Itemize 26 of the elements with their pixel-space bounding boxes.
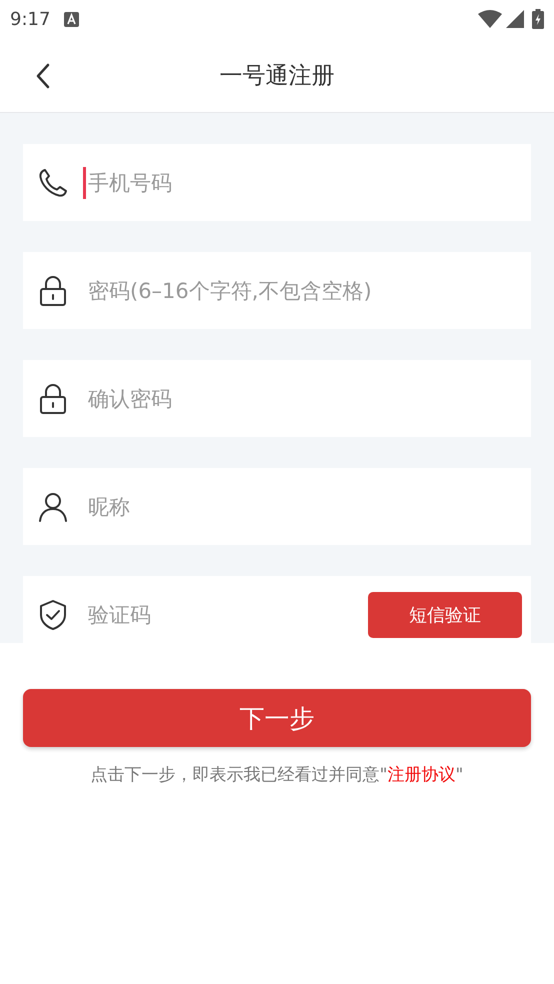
shield-check-icon (37, 598, 69, 630)
signal-icon (506, 10, 524, 28)
input-field[interactable]: 密码(6–16个字符,不包含空格) (83, 274, 522, 306)
form-field[interactable]: 确认密码 (23, 360, 531, 437)
wifi-icon (478, 10, 502, 28)
input-field[interactable]: 昵称 (83, 490, 522, 522)
form-field[interactable]: 验证码 短信验证 (23, 576, 531, 643)
next-button[interactable]: 下一步 (23, 689, 531, 747)
input-field[interactable]: 确认密码 (83, 382, 522, 414)
page-title: 一号通注册 (220, 62, 334, 90)
input-field[interactable]: 手机号码 (83, 166, 522, 198)
sms-verify-button[interactable]: 短信验证 (368, 592, 522, 638)
form-field[interactable]: 手机号码 (23, 144, 531, 221)
input-field[interactable]: 验证码 (83, 598, 354, 630)
lock-icon (37, 382, 69, 414)
agreement-link[interactable]: 注册协议 (388, 765, 456, 785)
notification-icon (64, 12, 80, 26)
battery-icon (532, 9, 544, 29)
phone-icon (37, 166, 69, 198)
form-field[interactable]: 密码(6–16个字符,不包含空格) (23, 252, 531, 329)
back-icon (36, 63, 50, 89)
form-field[interactable]: 昵称 (23, 468, 531, 545)
status-time: 9:17 (10, 8, 50, 30)
user-icon (37, 490, 69, 522)
lock-icon (37, 274, 69, 306)
agreement-notice: 点击下一步，即表示我已经看过并同意"注册协议" (90, 764, 464, 786)
